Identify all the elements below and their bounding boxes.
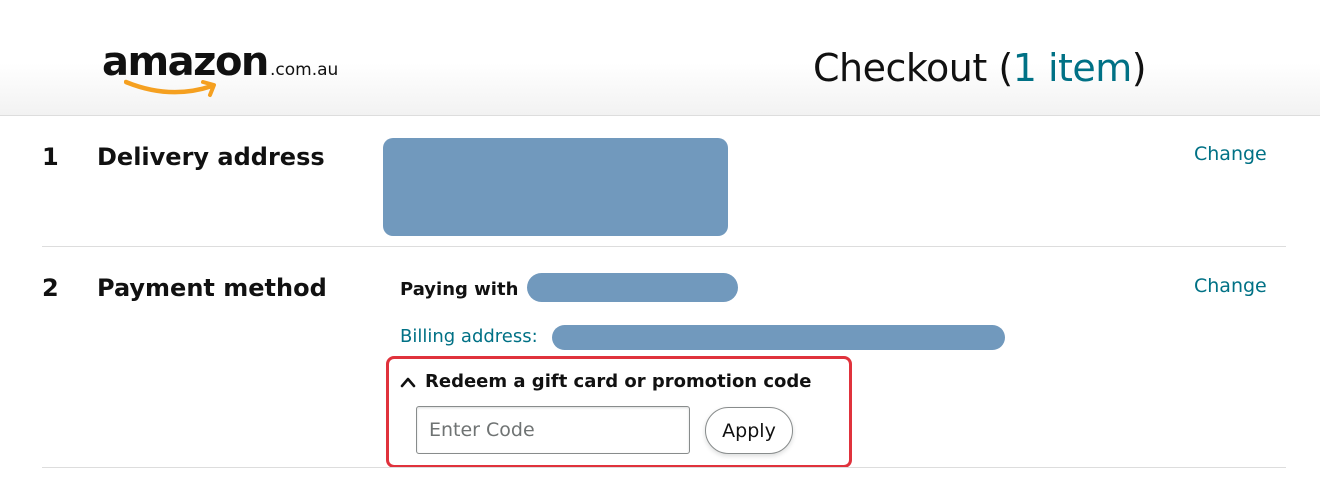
page-title-text: Checkout ( (813, 46, 1013, 90)
amazon-logo[interactable]: amazon .com.au (102, 38, 362, 102)
section-number-payment: 2 (42, 274, 59, 302)
redeem-gift-card-label: Redeem a gift card or promotion code (425, 371, 812, 392)
chevron-up-icon (400, 377, 416, 388)
checkout-header: amazon .com.au Checkout (1 item) (0, 0, 1320, 116)
section-divider (42, 467, 1286, 468)
change-payment-link[interactable]: Change (1194, 274, 1267, 298)
section-title-payment: Payment method (97, 274, 327, 302)
section-divider (42, 246, 1286, 247)
section-number-delivery: 1 (42, 143, 59, 171)
paying-with-label: Paying with (400, 279, 519, 300)
smile-arrow-icon (124, 79, 216, 97)
item-count-link[interactable]: 1 item (1013, 46, 1133, 90)
redacted-delivery-address (383, 138, 728, 236)
redeem-gift-card-toggle[interactable]: Redeem a gift card or promotion code (400, 369, 812, 395)
logo-domain-suffix: .com.au (270, 60, 339, 80)
section-title-delivery: Delivery address (97, 143, 325, 171)
billing-address-link[interactable]: Billing address: (400, 325, 538, 349)
redacted-payment-card (527, 273, 738, 302)
promo-code-input[interactable] (416, 406, 690, 454)
redacted-billing-address (552, 325, 1005, 350)
page-title: Checkout (1 item) (813, 40, 1147, 96)
apply-code-button[interactable]: Apply (705, 407, 793, 454)
page-title-close: ) (1131, 46, 1147, 90)
change-delivery-link[interactable]: Change (1194, 142, 1267, 166)
